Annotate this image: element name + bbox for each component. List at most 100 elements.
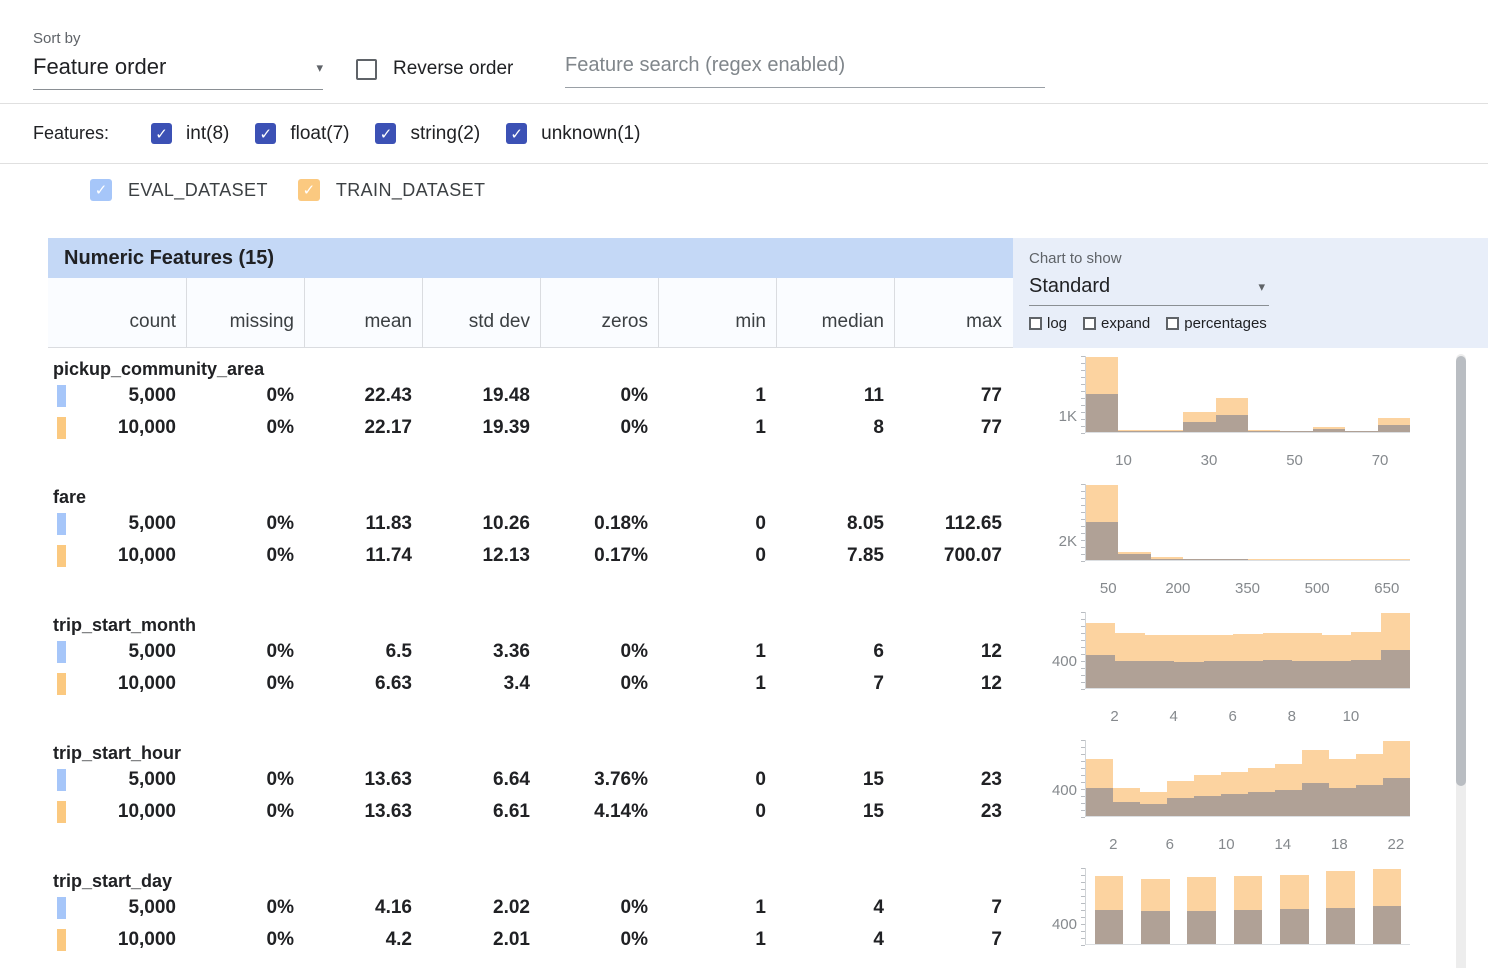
stat-cell: 10.26 xyxy=(422,513,540,535)
stat-cell: 8 xyxy=(776,417,894,439)
scrollbar-thumb[interactable] xyxy=(1456,356,1466,786)
chart-option-log[interactable]: log xyxy=(1029,315,1067,332)
stat-cell: 0% xyxy=(186,513,304,535)
dataset-checkbox-eval_dataset[interactable]: ✓EVAL_DATASET xyxy=(90,179,268,201)
stat-cell: 5,000 xyxy=(48,897,186,919)
chart-option-expand[interactable]: expand xyxy=(1083,315,1150,332)
feature-name: pickup_community_area xyxy=(48,358,1013,380)
feature-stats-row: 5,0000%13.636.643.76%01523 xyxy=(48,764,1013,796)
column-header: mean xyxy=(304,278,422,347)
histogram-bar-eval xyxy=(1302,783,1329,816)
histogram-bar-eval xyxy=(1187,911,1216,944)
histogram-bar-eval xyxy=(1356,785,1383,816)
histogram-bar-eval xyxy=(1086,522,1118,560)
stat-cell: 0% xyxy=(540,417,658,439)
eval-dataset-marker xyxy=(57,513,66,535)
checkbox-checked-icon: ✓ xyxy=(255,123,276,144)
histogram-bar-eval xyxy=(1194,796,1221,816)
x-axis-labels xyxy=(1085,964,1410,968)
column-header: min xyxy=(658,278,776,347)
stat-cell: 22.43 xyxy=(304,385,422,407)
stat-cell: 2.01 xyxy=(422,929,540,951)
stat-cell: 2.02 xyxy=(422,897,540,919)
histogram-plot xyxy=(1085,484,1410,561)
histogram-bar-eval xyxy=(1248,431,1280,432)
chart-to-show-label: Chart to show xyxy=(1029,250,1488,267)
y-axis-ticks xyxy=(1081,356,1085,436)
sort-by-label: Sort by xyxy=(33,30,81,47)
feature-block: trip_start_hour5,0000%13.636.643.76%0152… xyxy=(48,732,1013,860)
histogram-bar-eval xyxy=(1326,908,1355,944)
stat-cell: 11.83 xyxy=(304,513,422,535)
scrollbar-track[interactable] xyxy=(1456,354,1466,968)
reverse-order-checkbox[interactable]: Reverse order xyxy=(356,58,513,80)
chart-option-label: expand xyxy=(1101,315,1150,332)
stat-cell: 0% xyxy=(540,641,658,663)
feature-stats-row: 5,0000%11.8310.260.18%08.05112.65 xyxy=(48,508,1013,540)
histogram-bar-eval xyxy=(1234,910,1263,944)
stat-cell: 19.39 xyxy=(422,417,540,439)
x-tick-label: 10 xyxy=(1218,836,1235,853)
feature-type-checkbox[interactable]: ✓float(7) xyxy=(255,123,349,145)
x-axis-labels: 246810 xyxy=(1085,708,1410,728)
stat-cell: 0% xyxy=(540,673,658,695)
feature-name: trip_start_day xyxy=(48,870,1013,892)
main-content: Numeric Features (15) countmissingmeanst… xyxy=(0,238,1488,968)
x-tick-label: 350 xyxy=(1235,580,1260,597)
histogram-bar-eval xyxy=(1086,394,1118,432)
eval-dataset-marker xyxy=(57,385,66,407)
stat-cell: 12 xyxy=(894,641,1012,663)
histogram-bar-eval xyxy=(1216,415,1248,432)
feature-type-checkbox[interactable]: ✓unknown(1) xyxy=(506,123,640,145)
histogram-bar-eval xyxy=(1113,802,1140,816)
x-tick-label: 10 xyxy=(1343,708,1360,725)
stat-cell: 15 xyxy=(776,769,894,791)
feature-histogram: 400246810 xyxy=(1013,604,1488,732)
stat-cell: 0 xyxy=(658,513,776,535)
feature-type-checkbox[interactable]: ✓int(8) xyxy=(151,123,229,145)
stat-cell: 15 xyxy=(776,801,894,823)
stat-cell: 23 xyxy=(894,801,1012,823)
x-tick-label: 70 xyxy=(1372,452,1389,469)
column-header: median xyxy=(776,278,894,347)
stat-cell: 4.16 xyxy=(304,897,422,919)
dataset-checkbox-train_dataset[interactable]: ✓TRAIN_DATASET xyxy=(298,179,486,201)
histogram-bar-eval xyxy=(1378,425,1410,432)
histogram-bar-eval xyxy=(1145,661,1174,688)
reverse-order-label: Reverse order xyxy=(393,58,513,80)
stat-cell: 0.17% xyxy=(540,545,658,567)
feature-type-checkbox[interactable]: ✓string(2) xyxy=(375,123,480,145)
y-axis-label: 2K xyxy=(1013,533,1077,550)
histogram-plot xyxy=(1085,356,1410,433)
sort-by-select[interactable]: Feature order ▾ xyxy=(33,54,323,90)
stat-cell: 1 xyxy=(658,385,776,407)
histogram-bar-eval xyxy=(1151,559,1183,560)
stat-cell: 12.13 xyxy=(422,545,540,567)
x-tick-label: 2 xyxy=(1110,708,1118,725)
x-tick-label: 200 xyxy=(1165,580,1190,597)
feature-stats-row: 10,0000%4.22.010%147 xyxy=(48,924,1013,956)
eval-dataset-marker xyxy=(57,897,66,919)
stat-cell: 7.85 xyxy=(776,545,894,567)
histogram-bar-eval xyxy=(1345,431,1377,432)
feature-type-label: int(8) xyxy=(186,123,229,145)
feature-search-input[interactable] xyxy=(565,54,1045,88)
dataset-legend: ✓EVAL_DATASET ✓TRAIN_DATASET xyxy=(0,164,1488,238)
train-dataset-marker xyxy=(57,545,66,567)
feature-block: fare5,0000%11.8310.260.18%08.05112.6510,… xyxy=(48,476,1013,604)
histogram-bar-eval xyxy=(1280,909,1309,944)
histogram-bar-train xyxy=(1378,559,1410,560)
feature-name: fare xyxy=(48,486,1013,508)
chart-option-percentages[interactable]: percentages xyxy=(1166,315,1267,332)
stat-cell: 0% xyxy=(186,417,304,439)
histogram-bar-eval xyxy=(1292,661,1321,688)
column-header: std dev xyxy=(422,278,540,347)
column-header: count xyxy=(48,278,186,347)
stat-cell: 6.5 xyxy=(304,641,422,663)
stat-cell: 7 xyxy=(894,929,1012,951)
stat-cell: 0 xyxy=(658,801,776,823)
stat-cell: 7 xyxy=(894,897,1012,919)
chart-type-select[interactable]: Standard ▾ xyxy=(1029,267,1269,306)
histogram-bar-eval xyxy=(1373,906,1402,944)
stat-cell: 7 xyxy=(776,673,894,695)
